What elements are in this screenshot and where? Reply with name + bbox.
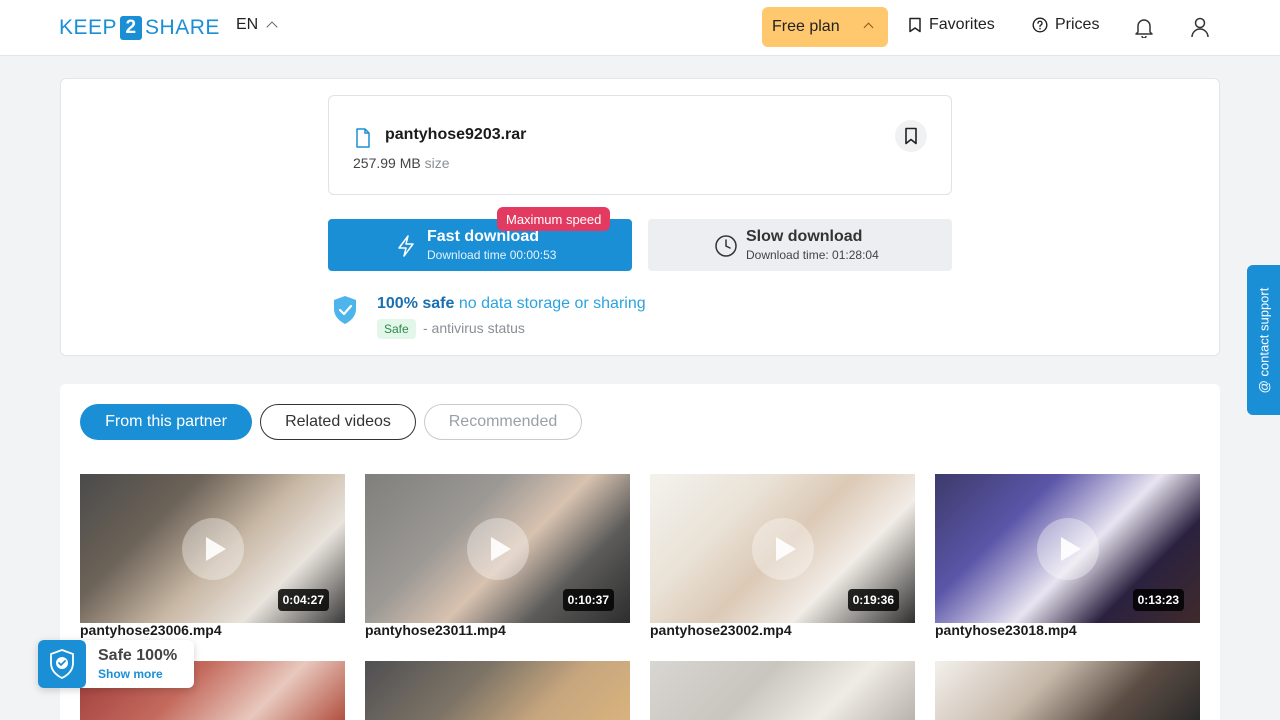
bookmark-icon — [905, 127, 917, 145]
play-icon — [182, 518, 244, 580]
file-size-unit: size — [424, 155, 450, 171]
play-icon — [752, 518, 814, 580]
file-size-value: 257.99 MB — [353, 155, 421, 171]
favorites-label: Favorites — [929, 16, 995, 33]
show-more-link[interactable]: Show more — [98, 667, 163, 681]
video-thumbnail[interactable]: 0:10:37 — [365, 474, 630, 623]
video-duration: 0:10:37 — [562, 589, 614, 611]
video-duration: 0:19:36 — [847, 589, 899, 611]
tab-from-this-partner[interactable]: From this partner — [80, 404, 252, 440]
tab-related-videos[interactable]: Related videos — [260, 404, 416, 440]
video-thumbnail[interactable] — [935, 661, 1200, 720]
bookmark-button[interactable] — [895, 120, 927, 152]
prices-label: Prices — [1055, 16, 1100, 33]
video-thumbnail[interactable] — [650, 661, 915, 720]
prices-link[interactable]: Prices — [1032, 16, 1099, 34]
video-thumbnail[interactable] — [365, 661, 630, 720]
maximum-speed-badge: Maximum speed — [497, 207, 611, 231]
antivirus-badge: Safe — [377, 319, 416, 339]
safety-rest: no data storage or sharing — [458, 295, 646, 312]
safe-widget-title: Safe 100% — [98, 647, 178, 664]
video-title[interactable]: pantyhose23018.mp4 — [935, 622, 1077, 638]
contact-support-label: @ contact support — [1256, 287, 1272, 393]
shield-check-icon — [334, 296, 356, 324]
favorites-link[interactable]: Favorites — [908, 16, 995, 34]
video-title[interactable]: pantyhose23006.mp4 — [80, 622, 222, 638]
logo-text-right: SHARE — [145, 16, 220, 39]
keep2share-logo[interactable]: KEEP 2 SHARE — [59, 14, 220, 42]
play-icon — [1037, 518, 1099, 580]
video-title[interactable]: pantyhose23002.mp4 — [650, 622, 792, 638]
language-selector[interactable]: EN — [236, 16, 278, 34]
contact-support-tab[interactable]: @ contact support — [1247, 265, 1280, 415]
fast-download-time: Download time 00:00:53 — [427, 248, 557, 262]
logo-text-left: KEEP — [59, 16, 118, 39]
video-thumbnail[interactable]: 0:19:36 — [650, 474, 915, 623]
file-name: pantyhose9203.rar — [385, 126, 527, 143]
chevron-up-icon — [266, 21, 278, 33]
slow-download-button[interactable]: Slow download Download time: 01:28:04 — [648, 219, 952, 271]
bookmark-icon — [909, 17, 921, 33]
chevron-up-icon — [863, 22, 874, 33]
shield-badge — [38, 640, 86, 688]
safety-statement: 100% safe no data storage or sharing — [377, 295, 646, 313]
video-duration: 0:13:23 — [1132, 589, 1184, 611]
top-header: KEEP 2 SHARE EN Free plan Favorites Pric… — [0, 0, 1280, 56]
slow-download-title: Slow download — [746, 228, 863, 245]
plan-label: Free plan — [772, 18, 840, 35]
file-info-card: pantyhose9203.rar 257.99 MB size — [328, 95, 952, 195]
lightning-icon — [398, 235, 414, 257]
tab-recommended[interactable]: Recommended — [424, 404, 582, 440]
question-circle-icon — [1032, 17, 1048, 33]
file-size: 257.99 MB size — [353, 155, 450, 171]
antivirus-text: - antivirus status — [423, 320, 525, 336]
language-label: EN — [236, 16, 259, 33]
video-thumbnail[interactable]: 0:04:27 — [80, 474, 345, 623]
safe-widget[interactable]: Safe 100% Show more — [38, 640, 194, 688]
play-icon — [467, 518, 529, 580]
shield-check-icon — [50, 649, 74, 679]
safety-strong: 100% safe — [377, 295, 455, 312]
bell-icon[interactable] — [1133, 16, 1155, 38]
file-icon — [356, 128, 370, 148]
logo-text-mid: 2 — [120, 16, 143, 40]
video-title[interactable]: pantyhose23011.mp4 — [365, 622, 506, 638]
user-icon[interactable] — [1189, 16, 1211, 38]
plan-dropdown-button[interactable]: Free plan — [762, 7, 888, 47]
video-duration: 0:04:27 — [277, 589, 329, 611]
slow-download-time: Download time: 01:28:04 — [746, 248, 879, 262]
clock-icon — [715, 235, 737, 257]
video-thumbnail[interactable]: 0:13:23 — [935, 474, 1200, 623]
